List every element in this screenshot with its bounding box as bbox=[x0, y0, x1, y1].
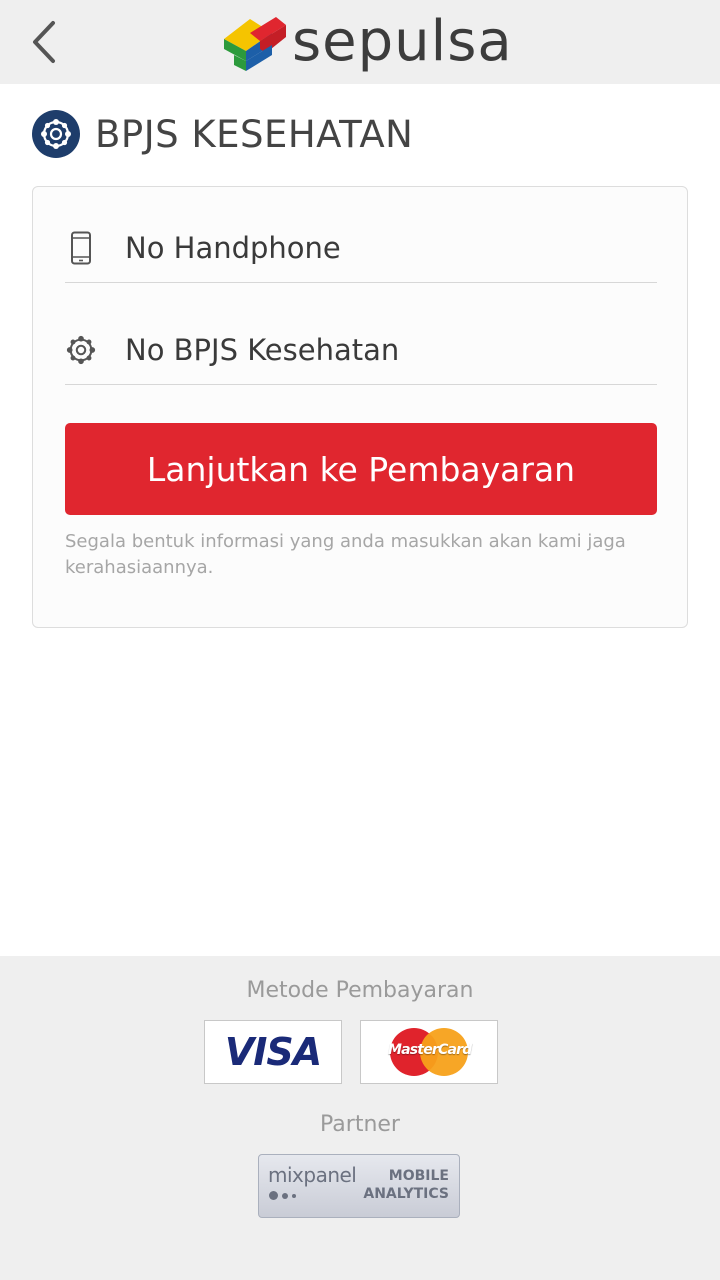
bpjs-number-field bbox=[65, 315, 657, 385]
visa-text: VISA bbox=[224, 1030, 322, 1074]
phone-input[interactable] bbox=[125, 222, 657, 273]
sepulsa-logo-mark bbox=[224, 17, 286, 71]
mastercard-icon: MasterCard bbox=[388, 1028, 472, 1076]
mastercard-text: MasterCard bbox=[388, 1042, 472, 1058]
chevron-left-icon bbox=[33, 21, 55, 63]
mixpanel-wordmark: mixpanel bbox=[268, 1163, 357, 1187]
bpjs-icon bbox=[65, 330, 97, 370]
mixpanel-tagline: MOBILE ANALYTICS bbox=[363, 1167, 449, 1203]
sepulsa-logo: sepulsa bbox=[220, 6, 513, 78]
bpjs-number-input[interactable] bbox=[125, 324, 657, 375]
form-card: Lanjutkan ke Pembayaran Segala bentuk in… bbox=[32, 186, 688, 628]
phone-field bbox=[65, 213, 657, 283]
mixpanel-dots-icon bbox=[269, 1191, 296, 1200]
phone-icon bbox=[65, 228, 97, 268]
partner-label: Partner bbox=[320, 1112, 400, 1137]
mixpanel-badge: mixpanel MOBILE ANALYTICS bbox=[258, 1154, 460, 1218]
mixpanel-tagline-line1: MOBILE bbox=[388, 1168, 449, 1184]
back-button[interactable] bbox=[24, 14, 64, 70]
top-bar: sepulsa bbox=[0, 0, 720, 84]
footer: Metode Pembayaran VISA MasterCard Partne… bbox=[0, 956, 720, 1280]
mixpanel-tagline-line2: ANALYTICS bbox=[363, 1186, 449, 1202]
bpjs-logo-icon bbox=[32, 110, 80, 158]
mastercard-logo: MasterCard bbox=[360, 1020, 498, 1084]
payment-methods-label: Metode Pembayaran bbox=[246, 978, 474, 1003]
privacy-note: Segala bentuk informasi yang anda masukk… bbox=[65, 531, 626, 578]
logo-text: sepulsa bbox=[292, 9, 513, 74]
page-header: BPJS KESEHATAN bbox=[32, 108, 413, 160]
page-title: BPJS KESEHATAN bbox=[95, 112, 414, 156]
continue-to-payment-button[interactable]: Lanjutkan ke Pembayaran bbox=[65, 423, 657, 515]
visa-logo: VISA bbox=[204, 1020, 342, 1084]
